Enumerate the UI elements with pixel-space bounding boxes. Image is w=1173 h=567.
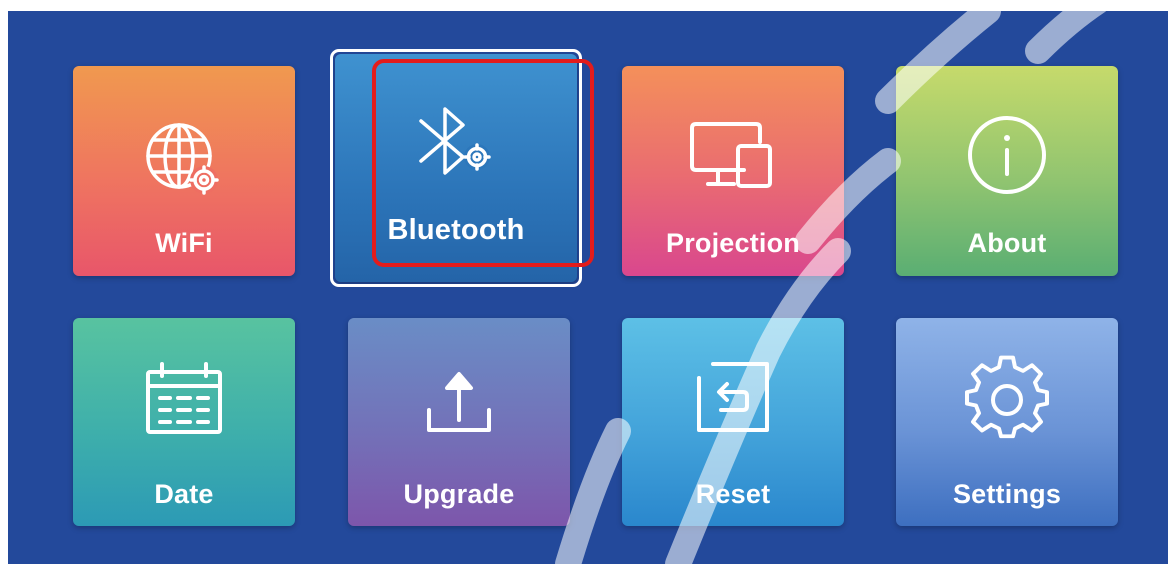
wifi-tile[interactable]: WiFi: [73, 66, 295, 276]
projection-label: Projection: [665, 228, 801, 258]
reset-label: Reset: [695, 479, 771, 509]
globe-settings-icon: [146, 123, 219, 195]
launcher-screen: WiFi Bluetooth Projection About Date Upg…: [8, 11, 1168, 564]
gear-icon: [965, 355, 1049, 439]
date-label: Date: [154, 479, 214, 509]
upload-icon: [427, 372, 491, 432]
reset-tile[interactable]: Reset: [622, 318, 844, 526]
upgrade-tile[interactable]: Upgrade: [348, 318, 570, 526]
info-icon: [968, 116, 1046, 194]
highlight-box: [372, 59, 594, 267]
upgrade-label: Upgrade: [403, 479, 515, 509]
wifi-label: WiFi: [155, 228, 213, 258]
reset-icon: [697, 362, 769, 432]
about-tile[interactable]: About: [896, 66, 1118, 276]
settings-tile[interactable]: Settings: [896, 318, 1118, 526]
settings-label: Settings: [952, 479, 1062, 509]
date-tile[interactable]: Date: [73, 318, 295, 526]
devices-icon: [690, 122, 772, 188]
about-label: About: [967, 228, 1047, 258]
calendar-icon: [146, 362, 222, 434]
projection-tile[interactable]: Projection: [622, 66, 844, 276]
